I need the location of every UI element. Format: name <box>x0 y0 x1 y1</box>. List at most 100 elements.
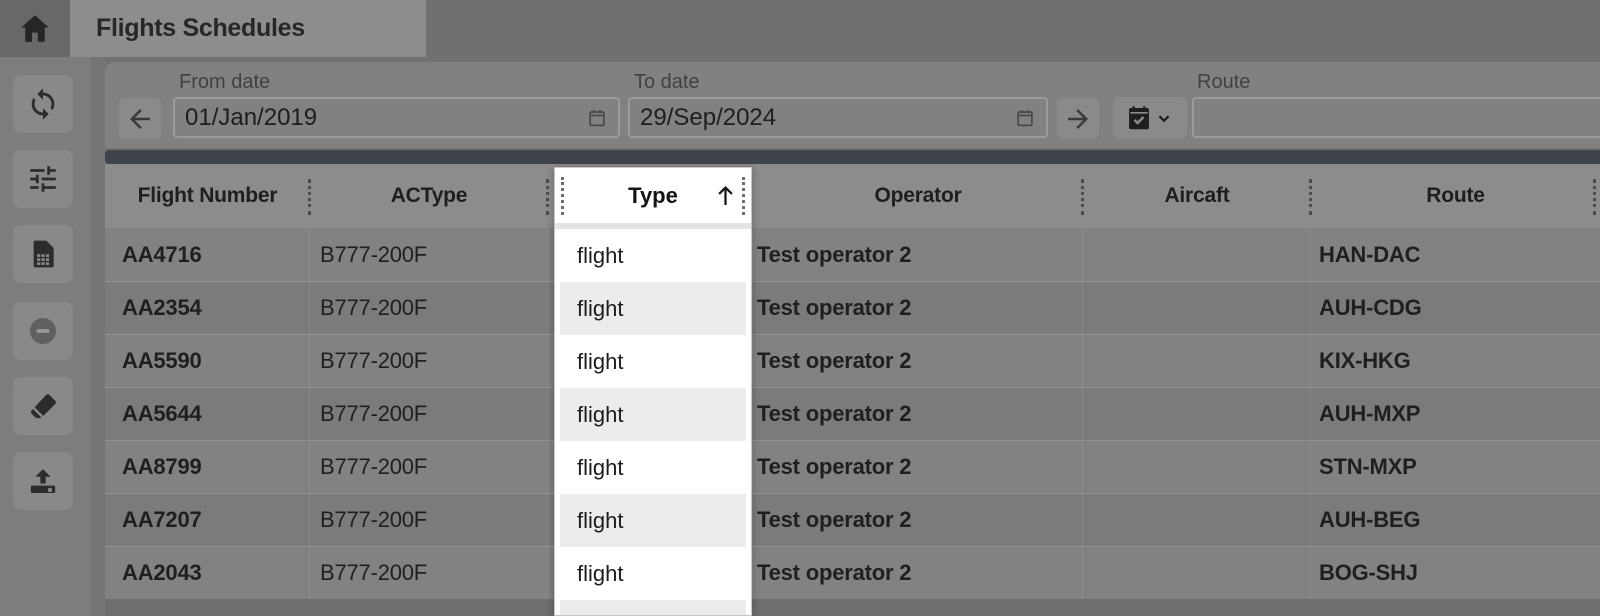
table-body: AA4716 B777-200F Test operator 2 HAN-DAC… <box>105 228 1600 599</box>
flights-table: Flight Number ACType Operator Aircaft Ro… <box>105 164 1600 599</box>
column-header-actype[interactable]: ACType <box>310 164 548 228</box>
cell-actype[interactable]: B777-200F <box>310 282 548 334</box>
popup-body: flightflightflightflightflightflightflig… <box>555 229 751 616</box>
cell-aircaft[interactable] <box>1083 228 1311 281</box>
cell-flight-number[interactable]: AA4716 <box>105 228 310 281</box>
popup-cell-type[interactable]: flight <box>555 282 751 335</box>
table-bottom-band <box>105 599 1600 616</box>
cell-operator[interactable]: Test operator 2 <box>753 547 1083 599</box>
route-label: Route <box>1197 71 1250 94</box>
from-date-input[interactable]: 01/Jan/2019 <box>173 97 620 138</box>
tab-flights-schedules[interactable]: Flights Schedules <box>70 0 426 57</box>
popup-cell-type[interactable]: flight <box>555 335 751 388</box>
cell-route[interactable]: KIX-HKG <box>1311 335 1600 387</box>
cell-actype[interactable]: B777-200F <box>310 547 548 599</box>
tune-button[interactable] <box>13 150 73 208</box>
cell-actype[interactable]: B777-200F <box>310 494 548 546</box>
cell-operator[interactable]: Test operator 2 <box>753 335 1083 387</box>
cell-operator[interactable]: Test operator 2 <box>753 494 1083 546</box>
top-bar: Flights Schedules <box>0 0 1600 57</box>
upload-icon <box>26 464 60 498</box>
cell-operator[interactable]: Test operator 2 <box>753 388 1083 440</box>
sidebar-gutter <box>90 57 105 616</box>
cell-operator[interactable]: Test operator 2 <box>753 282 1083 334</box>
cell-route[interactable]: HAN-DAC <box>1311 228 1600 281</box>
calendar-check-icon <box>1125 104 1153 132</box>
cell-actype[interactable]: B777-200F <box>310 388 548 440</box>
tune-icon <box>26 162 60 196</box>
eraser-button[interactable] <box>13 377 73 435</box>
cell-route[interactable]: AUH-BEG <box>1311 494 1600 546</box>
from-date-label: From date <box>179 71 270 94</box>
tab-title: Flights Schedules <box>96 14 305 43</box>
home-icon <box>17 11 53 47</box>
cell-flight-number[interactable]: AA5590 <box>105 335 310 387</box>
popup-header-type[interactable]: Type <box>555 168 751 223</box>
calendar-icon[interactable] <box>586 107 608 129</box>
table-row[interactable]: AA5644 B777-200F Test operator 2 AUH-MXP <box>105 387 1600 440</box>
cell-route[interactable]: BOG-SHJ <box>1311 547 1600 599</box>
sort-ascending-icon[interactable] <box>712 182 739 209</box>
cell-aircaft[interactable] <box>1083 441 1311 493</box>
remove-circle-icon <box>26 314 60 348</box>
date-mode-dropdown-button[interactable] <box>1113 97 1187 139</box>
cell-aircaft[interactable] <box>1083 282 1311 334</box>
cell-flight-number[interactable]: AA5644 <box>105 388 310 440</box>
home-button[interactable] <box>0 0 70 57</box>
popup-cell-type[interactable]: flight <box>555 388 751 441</box>
arrow-left-icon <box>125 104 155 134</box>
popup-cell-type[interactable]: flight <box>555 229 751 282</box>
popup-cell-type[interactable]: flight <box>555 547 751 600</box>
to-date-label: To date <box>634 71 700 94</box>
cell-flight-number[interactable]: AA8799 <box>105 441 310 493</box>
report-button[interactable] <box>13 225 73 283</box>
table-row[interactable]: AA8799 B777-200F Test operator 2 STN-MXP <box>105 440 1600 493</box>
cell-aircaft[interactable] <box>1083 547 1311 599</box>
table-row[interactable]: AA7207 B777-200F Test operator 2 AUH-BEG <box>105 493 1600 546</box>
to-date-input[interactable]: 29/Sep/2024 <box>628 97 1048 138</box>
upload-button[interactable] <box>13 452 73 510</box>
cell-actype[interactable]: B777-200F <box>310 228 548 281</box>
from-date-value: 01/Jan/2019 <box>185 104 586 132</box>
remove-button[interactable] <box>13 302 73 360</box>
chevron-down-icon <box>1153 107 1175 129</box>
cell-aircaft[interactable] <box>1083 494 1311 546</box>
popup-header-label: Type <box>628 183 678 209</box>
table-divider-strip <box>105 150 1600 164</box>
arrow-right-icon <box>1063 104 1093 134</box>
popup-cell-type[interactable] <box>555 600 751 616</box>
cell-flight-number[interactable]: AA7207 <box>105 494 310 546</box>
column-header-aircaft[interactable]: Aircaft <box>1083 164 1311 228</box>
calendar-icon[interactable] <box>1014 107 1036 129</box>
table-row[interactable]: AA2043 B777-200F Test operator 2 BOG-SHJ <box>105 546 1600 599</box>
cell-route[interactable]: STN-MXP <box>1311 441 1600 493</box>
type-column-popup: Type flightflightflightflightflightfligh… <box>554 167 752 616</box>
cell-actype[interactable]: B777-200F <box>310 335 548 387</box>
cell-actype[interactable]: B777-200F <box>310 441 548 493</box>
cell-aircaft[interactable] <box>1083 388 1311 440</box>
report-icon <box>27 238 59 270</box>
next-range-button[interactable] <box>1057 98 1099 139</box>
refresh-icon <box>26 87 60 121</box>
route-input[interactable] <box>1192 97 1600 138</box>
cell-flight-number[interactable]: AA2354 <box>105 282 310 334</box>
popup-cell-type[interactable]: flight <box>555 494 751 547</box>
sidebar <box>0 57 90 616</box>
popup-cell-type[interactable]: flight <box>555 441 751 494</box>
table-row[interactable]: AA4716 B777-200F Test operator 2 HAN-DAC <box>105 228 1600 281</box>
filter-panel: From date 01/Jan/2019 To date 29/Sep/202… <box>105 62 1600 148</box>
column-header-route[interactable]: Route <box>1311 164 1600 228</box>
eraser-icon <box>26 389 60 423</box>
cell-aircaft[interactable] <box>1083 335 1311 387</box>
table-row[interactable]: AA5590 B777-200F Test operator 2 KIX-HKG <box>105 334 1600 387</box>
refresh-button[interactable] <box>13 75 73 133</box>
cell-route[interactable]: AUH-MXP <box>1311 388 1600 440</box>
cell-route[interactable]: AUH-CDG <box>1311 282 1600 334</box>
table-row[interactable]: AA2354 B777-200F Test operator 2 AUH-CDG <box>105 281 1600 334</box>
column-header-operator[interactable]: Operator <box>753 164 1083 228</box>
previous-range-button[interactable] <box>119 98 161 139</box>
cell-operator[interactable]: Test operator 2 <box>753 441 1083 493</box>
cell-operator[interactable]: Test operator 2 <box>753 228 1083 281</box>
cell-flight-number[interactable]: AA2043 <box>105 547 310 599</box>
column-header-flight-number[interactable]: Flight Number <box>105 164 310 228</box>
